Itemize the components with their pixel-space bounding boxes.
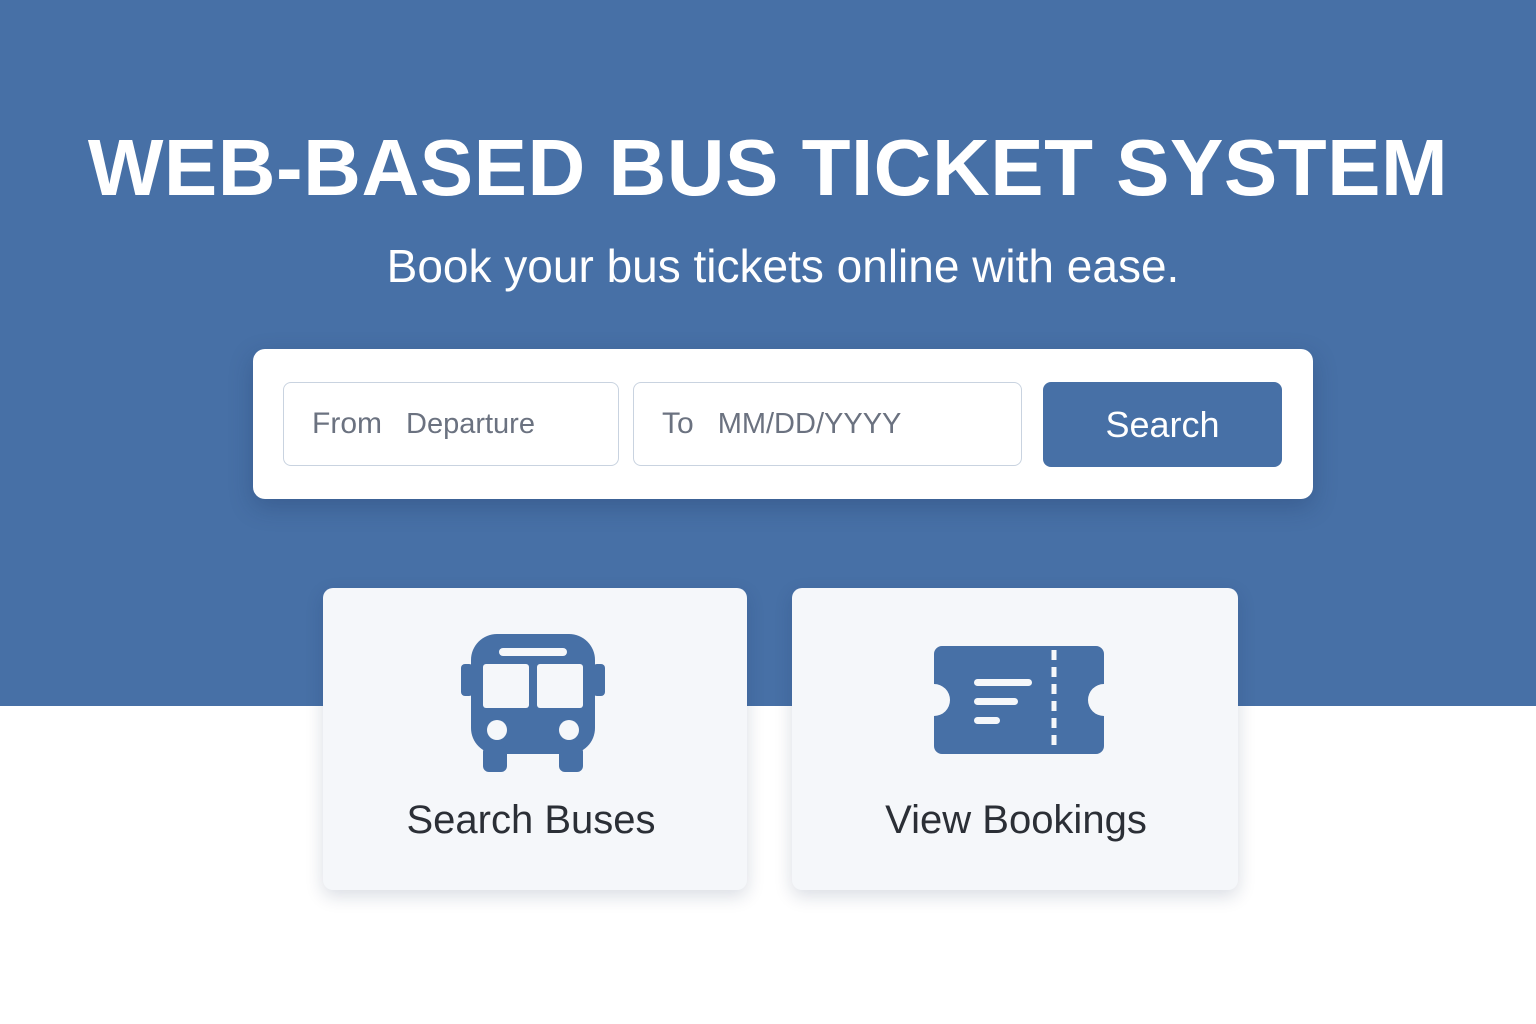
search-buses-card[interactable]: Search Buses [323,588,747,890]
from-label: From [312,407,382,440]
view-bookings-label: View Bookings [885,798,1147,842]
page-subtitle: Book your bus tickets online with ease. [386,240,1180,292]
from-field[interactable]: From [283,382,619,466]
to-field[interactable]: To [633,382,1022,466]
search-button[interactable]: Search [1043,382,1282,467]
ticket-icon [934,646,1104,754]
from-input[interactable] [406,407,618,441]
to-label: To [662,407,694,440]
search-form-card: From To Search [253,349,1313,499]
bus-icon [461,634,605,772]
view-bookings-card[interactable]: View Bookings [792,588,1238,890]
page-title: WEB-BASED BUS TICKET SYSTEM [87,123,1449,212]
search-buses-label: Search Buses [406,798,656,842]
date-input[interactable] [717,407,1021,441]
